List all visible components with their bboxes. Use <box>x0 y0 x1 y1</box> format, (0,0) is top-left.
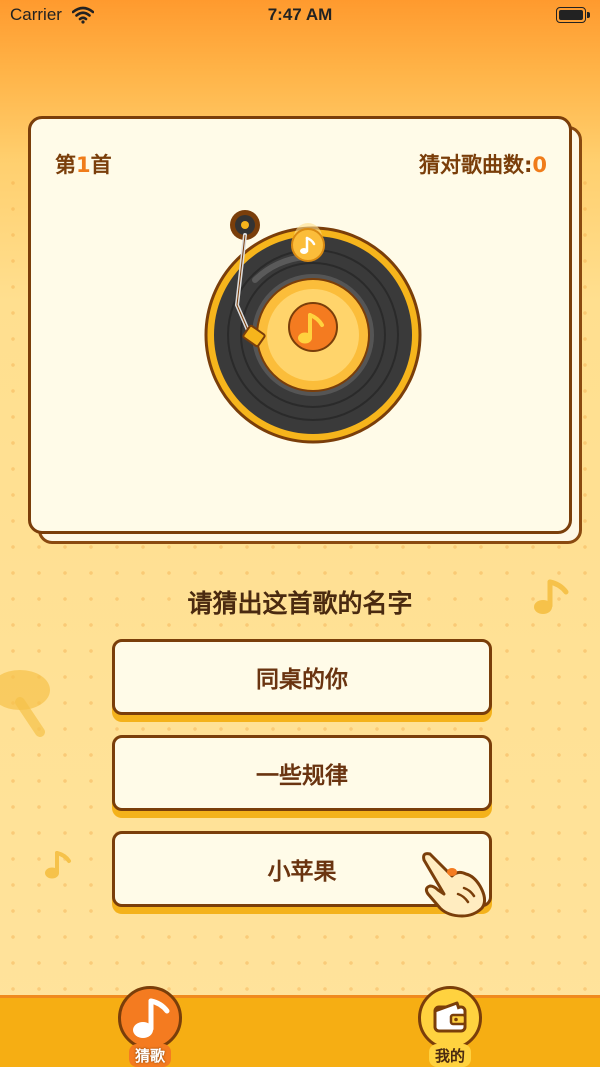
answer-option-1[interactable]: 同桌的你 <box>112 639 492 715</box>
background-note-icon <box>45 851 71 879</box>
record-player-icon <box>204 210 422 444</box>
clock: 7:47 AM <box>267 5 333 24</box>
battery-icon <box>556 7 590 23</box>
tab-mine[interactable]: 我的 <box>410 986 490 1067</box>
tab-mine-label: 我的 <box>428 1044 471 1067</box>
song-card: 第1首 猜对歌曲数:0 <box>28 116 572 534</box>
tab-guess-song[interactable]: 猜歌 <box>110 986 190 1067</box>
tab-mine-circle <box>418 986 482 1050</box>
tab-guess-label: 猜歌 <box>128 1044 171 1067</box>
pointing-hand-icon <box>422 852 487 918</box>
background-blob-icon <box>0 670 50 737</box>
status-bar: Carrier 7:47 AM <box>0 0 600 32</box>
answer-option-2[interactable]: 一些规律 <box>112 735 492 811</box>
question-prompt: 请猜出这首歌的名字 <box>187 589 413 618</box>
tab-bar: 猜歌 我的 <box>0 986 600 1067</box>
music-note-icon <box>133 998 170 1038</box>
correct-count: 猜对歌曲数:0 <box>418 153 547 177</box>
track-number: 第1首 <box>55 153 112 177</box>
wallet-icon <box>433 1001 467 1033</box>
tab-guess-circle <box>118 986 182 1050</box>
